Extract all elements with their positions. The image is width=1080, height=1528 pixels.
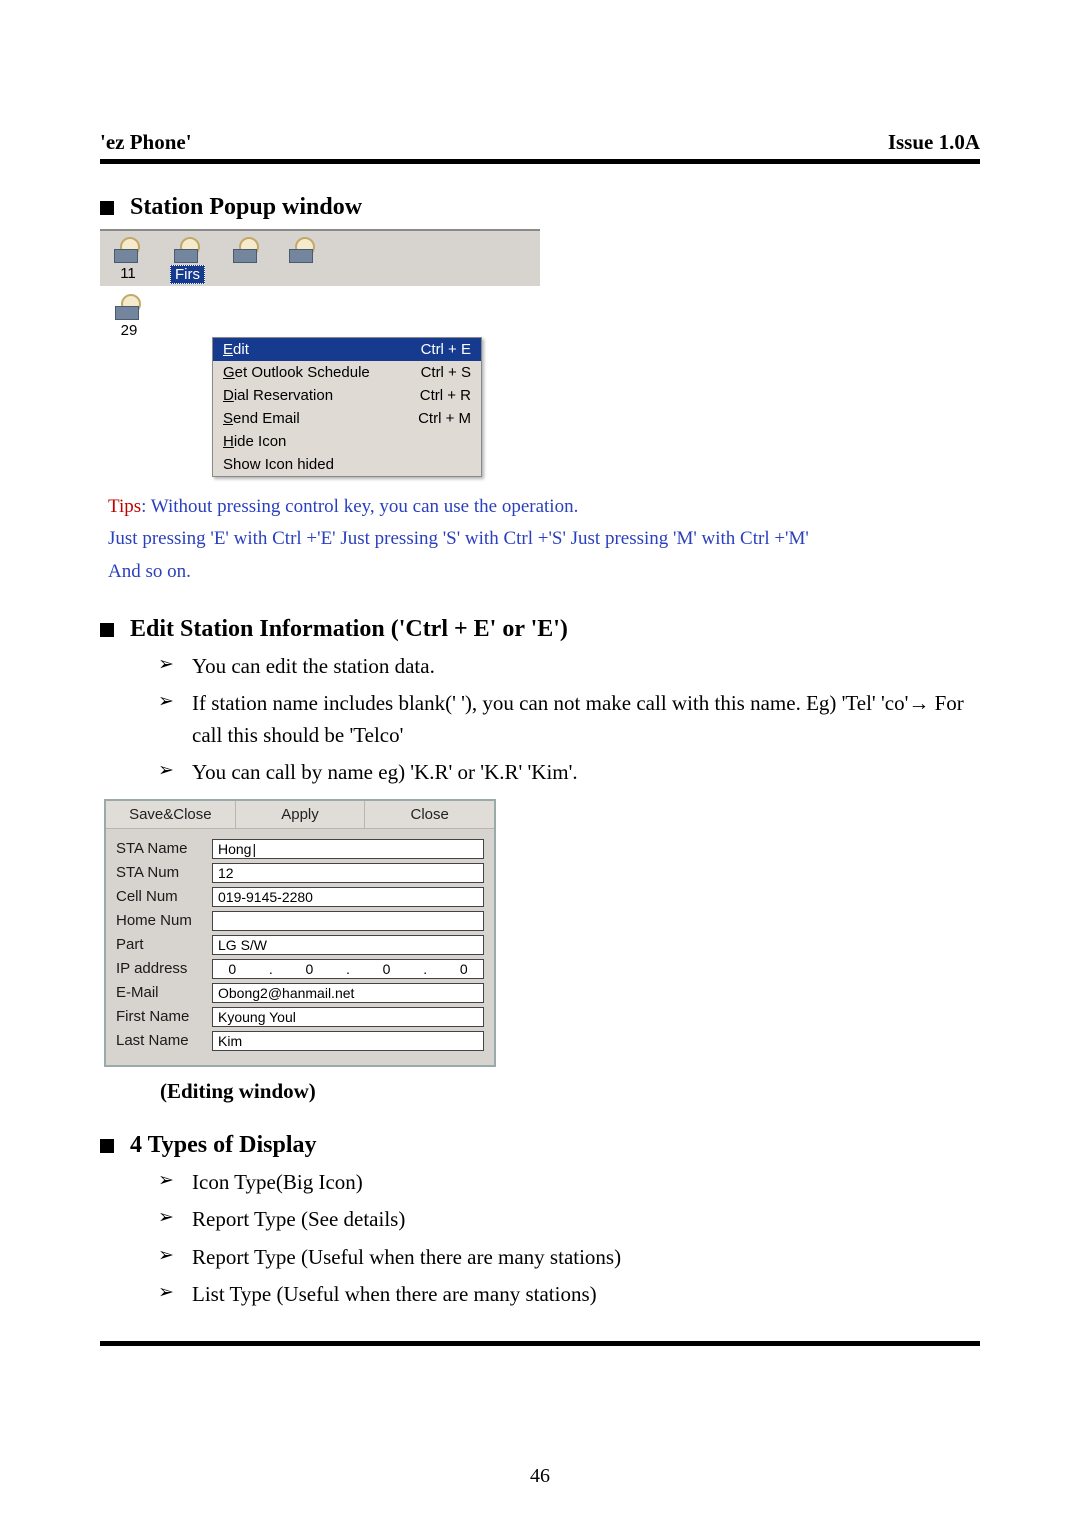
person-desk-icon <box>114 237 142 263</box>
last-name-field[interactable]: Kim <box>212 1031 484 1051</box>
label-sta-num: STA Num <box>116 864 212 881</box>
save-close-button[interactable]: Save&Close <box>106 801 236 828</box>
section-title: Edit Station Information ('Ctrl + E' or … <box>130 616 568 643</box>
tips-lead: Tips <box>108 496 141 517</box>
person-desk-icon <box>289 237 317 263</box>
label-sta-name: STA Name <box>116 840 212 857</box>
section-station-popup: Station Popup window <box>100 194 980 221</box>
close-button[interactable]: Close <box>365 801 494 828</box>
station-icon-29-wrap: 29 <box>104 208 154 339</box>
edit-window-caption: (Editing window) <box>160 1079 980 1104</box>
menu-item-get-outlook[interactable]: Get Outlook Schedule Ctrl + S <box>213 361 481 384</box>
menu-label: Dial Reservation <box>223 387 333 404</box>
label-cell-num: Cell Num <box>116 888 212 905</box>
station-label-selected: Firs <box>170 265 205 284</box>
menu-shortcut: Ctrl + R <box>420 387 471 404</box>
list-item: List Type (Useful when there are many st… <box>158 1279 980 1311</box>
menu-item-show-icon-hided[interactable]: Show Icon hided <box>213 453 481 476</box>
email-field[interactable]: Obong2@hanmail.net <box>212 983 484 1003</box>
edit-bullet-list: You can edit the station data. If statio… <box>158 651 980 789</box>
cell-num-field[interactable]: 019-9145-2280 <box>212 887 484 907</box>
header-rule <box>100 159 980 164</box>
list-item: Report Type (Useful when there are many … <box>158 1242 980 1274</box>
menu-shortcut: Ctrl + M <box>418 410 471 427</box>
menu-item-edit[interactable]: Edit Ctrl + E <box>213 338 481 361</box>
menu-item-dial-reservation[interactable]: Dial Reservation Ctrl + R <box>213 384 481 407</box>
list-item: Icon Type(Big Icon) <box>158 1167 980 1199</box>
person-desk-icon <box>174 237 202 263</box>
tips-block: Tips: Without pressing control key, you … <box>108 491 980 588</box>
label-home-num: Home Num <box>116 912 212 929</box>
menu-label: Get Outlook Schedule <box>223 364 370 381</box>
popup-icon-row: 11 Firs <box>100 231 540 286</box>
label-last-name: Last Name <box>116 1032 212 1049</box>
menu-item-send-email[interactable]: Send Email Ctrl + M <box>213 407 481 430</box>
menu-shortcut: Ctrl + S <box>421 364 471 381</box>
menu-shortcut: Ctrl + E <box>421 341 471 358</box>
edit-window: Save&Close Apply Close STA Name Hong STA… <box>104 799 496 1067</box>
station-icon-blank1[interactable] <box>219 231 275 286</box>
menu-label: Edit <box>223 341 249 358</box>
part-field[interactable]: LG S/W <box>212 935 484 955</box>
list-item: You can edit the station data. <box>158 651 980 683</box>
page-number: 46 <box>0 1465 1080 1488</box>
station-popup-mock: 11 Firs 29 Edit Ctrl + E <box>100 229 540 477</box>
list-item: If station name includes blank(' '), you… <box>158 688 980 751</box>
page-header: 'ez Phone' Issue 1.0A <box>100 130 980 155</box>
menu-label: Hide Icon <box>223 433 286 450</box>
page: 'ez Phone' Issue 1.0A Station Popup wind… <box>0 0 1080 1528</box>
list-item: Report Type (See details) <box>158 1204 980 1236</box>
label-email: E-Mail <box>116 984 212 1001</box>
label-first-name: First Name <box>116 1008 212 1025</box>
apply-button[interactable]: Apply <box>236 801 366 828</box>
edit-toolbar: Save&Close Apply Close <box>106 801 494 829</box>
edit-body: STA Name Hong STA Num 12 Cell Num 019-91… <box>106 829 494 1051</box>
menu-label: Show Icon hided <box>223 456 334 473</box>
first-name-field[interactable]: Kyoung Youl <box>212 1007 484 1027</box>
square-bullet-icon <box>100 201 114 215</box>
menu-label: Send Email <box>223 410 300 427</box>
right-arrow-icon: → <box>908 692 929 715</box>
sta-num-field[interactable]: 12 <box>212 863 484 883</box>
section-display-types: 4 Types of Display <box>100 1132 980 1159</box>
ip-address-field[interactable]: 0. 0. 0. 0 <box>212 959 484 979</box>
tips-line2: Just pressing 'E' with Ctrl +'E' Just pr… <box>108 528 809 549</box>
header-left: 'ez Phone' <box>100 130 192 155</box>
display-types-list: Icon Type(Big Icon) Report Type (See det… <box>158 1167 980 1311</box>
person-desk-icon <box>115 294 143 320</box>
tips-line1: : Without pressing control key, you can … <box>141 496 578 517</box>
sta-name-field[interactable]: Hong <box>212 839 484 859</box>
footer-rule <box>100 1341 980 1346</box>
context-menu: Edit Ctrl + E Get Outlook Schedule Ctrl … <box>212 337 482 477</box>
section-edit-station: Edit Station Information ('Ctrl + E' or … <box>100 616 980 643</box>
label-ip: IP address <box>116 960 212 977</box>
section-title: 4 Types of Display <box>130 1132 316 1159</box>
section-title: Station Popup window <box>130 194 362 221</box>
square-bullet-icon <box>100 623 114 637</box>
station-icon-blank2[interactable] <box>275 231 331 286</box>
station-icon-firs[interactable]: Firs <box>156 231 219 286</box>
menu-item-hide-icon[interactable]: Hide Icon <box>213 430 481 453</box>
header-right: Issue 1.0A <box>888 130 980 155</box>
square-bullet-icon <box>100 1139 114 1153</box>
person-desk-icon <box>233 237 261 263</box>
home-num-field[interactable] <box>212 911 484 931</box>
list-item: You can call by name eg) 'K.R' or 'K.R' … <box>158 757 980 789</box>
station-label: 29 <box>121 322 138 339</box>
label-part: Part <box>116 936 212 953</box>
tips-line3: And so on. <box>108 561 191 582</box>
